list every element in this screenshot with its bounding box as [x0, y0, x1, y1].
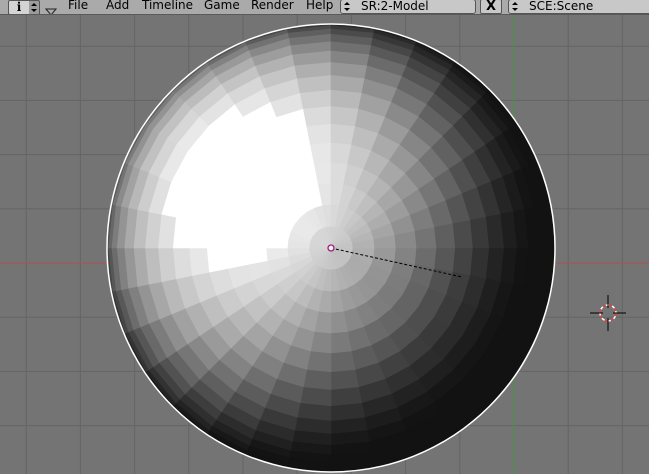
3d-cursor-icon[interactable] — [590, 295, 626, 331]
sphere-face — [414, 227, 437, 249]
sphere-face — [302, 369, 332, 391]
collapse-header-icon[interactable] — [44, 2, 58, 14]
sphere-face — [302, 105, 332, 127]
sphere-face — [188, 247, 210, 277]
delete-screen-button[interactable]: X — [480, 0, 502, 14]
window-type-arrows-icon[interactable] — [29, 0, 40, 14]
screen-name[interactable]: SR:2-Model — [361, 0, 429, 13]
sphere-face — [330, 123, 356, 145]
sphere-face — [206, 247, 228, 273]
sphere-face — [330, 331, 352, 354]
header-menu-bar: i File Add Timeline Game Render Help SR:… — [0, 0, 649, 15]
menu-help[interactable]: Help — [306, 0, 333, 12]
scene-selector[interactable]: SCE:Scene — [508, 0, 649, 14]
3d-viewport[interactable] — [0, 15, 649, 474]
scene-browse-icon[interactable] — [511, 1, 519, 13]
menu-render[interactable]: Render — [251, 0, 294, 12]
menu-timeline[interactable]: Timeline — [142, 0, 193, 12]
sphere-face — [330, 369, 360, 391]
sphere-face — [310, 142, 332, 165]
sphere-face — [330, 351, 356, 373]
screen-browse-icon[interactable] — [343, 1, 351, 13]
sphere-face — [306, 351, 332, 373]
sphere-face — [434, 247, 456, 273]
sphere-face — [434, 223, 456, 249]
sphere-face — [306, 123, 332, 145]
sphere-face — [330, 105, 360, 127]
sphere-face — [206, 223, 228, 249]
menu-game[interactable]: Game — [204, 0, 240, 12]
menu-add[interactable]: Add — [106, 0, 129, 12]
menu-file[interactable]: File — [68, 0, 88, 12]
screen-selector[interactable]: SR:2-Model — [340, 0, 476, 14]
sphere-face — [225, 247, 248, 269]
sphere-face — [188, 219, 210, 249]
info-window-button[interactable]: i — [8, 0, 30, 14]
object-origin-icon[interactable] — [327, 244, 335, 252]
scene-name[interactable]: SCE:Scene — [529, 0, 593, 13]
viewport-canvas[interactable] — [0, 15, 649, 474]
sphere-face — [452, 219, 474, 249]
sphere-face — [452, 247, 474, 277]
